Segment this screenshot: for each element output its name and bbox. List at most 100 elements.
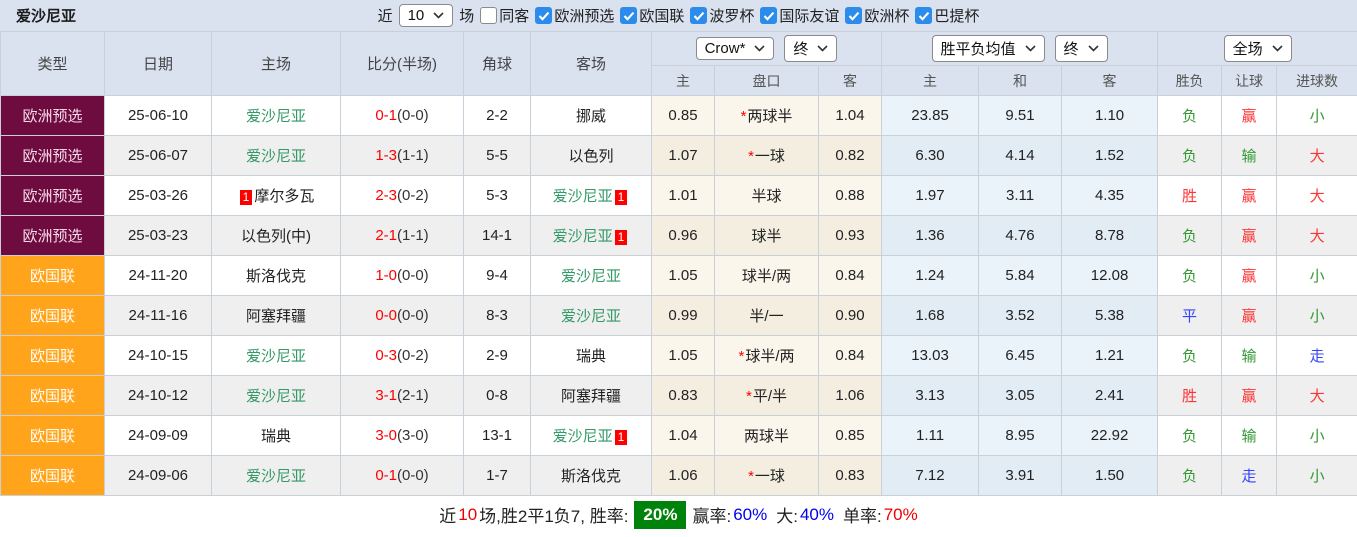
- checked-checkbox-icon[interactable]: [620, 7, 638, 24]
- odds-home-cell: 1.04: [651, 415, 715, 456]
- competition-filter-2[interactable]: 波罗杯: [690, 5, 754, 26]
- result-handicap-cell: 赢: [1221, 255, 1278, 296]
- handicap-cell: *一球: [714, 455, 819, 496]
- result-handicap-cell: 走: [1221, 455, 1278, 496]
- odds-home-cell: 0.85: [651, 95, 715, 136]
- result-outcome-cell: 胜: [1157, 175, 1223, 216]
- odds-away-cell: 0.85: [817, 415, 883, 456]
- avg-lose-cell: 1.50: [1061, 455, 1159, 496]
- avg-type-select[interactable]: 胜平负均值: [931, 35, 1045, 62]
- near-count-select[interactable]: 10: [398, 4, 454, 27]
- competition-filter-1[interactable]: 欧国联: [620, 5, 684, 26]
- corner-cell: 2-9: [463, 335, 531, 376]
- checked-checkbox-icon[interactable]: [535, 7, 553, 24]
- col-header-home: 主场: [211, 31, 341, 96]
- score-cell: 3-0(3-0): [340, 415, 464, 456]
- near-count-value: 10: [407, 7, 425, 24]
- handicap-cell: 球半: [714, 215, 819, 256]
- fulltime-score: 0-0: [375, 307, 397, 324]
- date-cell: 24-10-12: [104, 375, 212, 416]
- star-marker: *: [745, 388, 752, 405]
- score-cell: 0-1(0-0): [340, 455, 464, 496]
- match-history-page: 爱沙尼亚 近 10 场 同客 欧洲预选欧国联波罗杯国际友谊欧洲杯巴提杯: [0, 0, 1357, 537]
- odds-away-cell: 0.83: [817, 455, 883, 496]
- odds-home-cell: 0.83: [651, 375, 715, 416]
- handicap-text: 半球: [751, 188, 782, 205]
- halftime-score: (3-0): [397, 427, 429, 444]
- home-team-cell: 爱沙尼亚: [211, 135, 341, 176]
- avg-draw-cell: 6.45: [978, 335, 1063, 376]
- corner-cell: 13-1: [463, 415, 531, 456]
- result-handicap-cell: 赢: [1221, 215, 1278, 256]
- result-handicap-cell: 输: [1221, 335, 1278, 376]
- same-away-filter[interactable]: 同客: [480, 5, 529, 26]
- checked-checkbox-icon[interactable]: [690, 7, 708, 24]
- avg-lose-cell: 1.21: [1061, 335, 1159, 376]
- result-goals-cell: 小: [1276, 95, 1357, 136]
- avg-win-cell: 23.85: [881, 95, 980, 136]
- score-cell: 0-3(0-2): [340, 335, 464, 376]
- table-row: 欧洲预选 25-03-26 1 摩尔多瓦 2-3(0-2) 5-3 爱沙尼亚 1 1.01 半球 0…: [0, 175, 1357, 216]
- checked-checkbox-icon[interactable]: [845, 7, 863, 24]
- avg-draw-cell: 8.95: [978, 415, 1063, 456]
- away-team-name: 斯洛伐克: [560, 468, 621, 485]
- away-team-name: 爱沙尼亚: [552, 428, 613, 445]
- result-goals-cell: 大: [1276, 175, 1357, 216]
- big-value: 40%: [799, 504, 834, 524]
- checkbox-icon[interactable]: [480, 7, 498, 24]
- avg-stage-select[interactable]: 终: [1054, 35, 1108, 62]
- table-row: 欧国联 24-11-20 斯洛伐克 1-0(0-0) 9-4 爱沙尼亚 1.05 球半/两 0.…: [0, 255, 1357, 296]
- handicap-text: 平/半: [752, 388, 787, 405]
- type-cell: 欧国联: [0, 375, 105, 416]
- odds-company-select[interactable]: Crow*: [695, 37, 775, 60]
- odds-stage-select[interactable]: 终: [784, 35, 838, 62]
- summary-bar: 近 10 场,胜2平1负7, 胜率: 20% 赢率: 60% 大: 40% 单率…: [0, 496, 1357, 533]
- competition-filter-3[interactable]: 国际友谊: [760, 5, 839, 26]
- odds-win-label: 赢率:: [692, 507, 732, 526]
- avg-draw-cell: 3.91: [978, 455, 1063, 496]
- competition-label: 波罗杯: [709, 8, 755, 25]
- competition-filter-0[interactable]: 欧洲预选: [535, 5, 614, 26]
- away-team-name: 瑞典: [575, 348, 606, 365]
- odds-stage-value: 终: [793, 41, 809, 58]
- scope-select[interactable]: 全场: [1223, 35, 1292, 62]
- competition-label: 巴提杯: [934, 8, 980, 25]
- avg-draw-cell: 3.11: [978, 175, 1063, 216]
- col-header-score: 比分(半场): [340, 31, 464, 96]
- halftime-score: (0-0): [397, 307, 429, 324]
- result-handicap-cell: 赢: [1221, 175, 1278, 216]
- result-handicap-cell: 输: [1221, 135, 1278, 176]
- halftime-score: (1-1): [397, 147, 429, 164]
- match-table-body: 欧洲预选 25-06-10 爱沙尼亚 0-1(0-0) 2-2 挪威 0.85 *两球半 1.0…: [0, 95, 1357, 496]
- away-team-name: 爱沙尼亚: [552, 188, 613, 205]
- fulltime-score: 2-3: [375, 187, 397, 204]
- score-cell: 1-0(0-0): [340, 255, 464, 296]
- result-goals-cell: 小: [1276, 295, 1357, 336]
- checked-checkbox-icon[interactable]: [760, 7, 778, 24]
- table-row: 欧国联 24-10-12 爱沙尼亚 3-1(2-1) 0-8 阿塞拜疆 0.83 *平/半 1.…: [0, 375, 1357, 416]
- result-outcome-cell: 负: [1157, 135, 1223, 176]
- filter-controls: 近 10 场 同客 欧洲预选 欧国联 波罗杯 国际友谊 欧洲杯 巴提杯: [378, 4, 979, 27]
- halftime-score: (1-1): [397, 227, 429, 244]
- away-team-cell: 爱沙尼亚 1: [530, 175, 652, 216]
- handicap-text: 球半/两: [745, 348, 795, 365]
- away-team-cell: 爱沙尼亚 1: [530, 215, 652, 256]
- red-card-badge: 1: [239, 189, 253, 205]
- avg-lose-cell: 4.35: [1061, 175, 1159, 216]
- handicap-text: 一球: [754, 468, 785, 485]
- date-cell: 25-06-10: [104, 95, 212, 136]
- col-header-type: 类型: [0, 31, 105, 96]
- halftime-score: (0-0): [397, 467, 429, 484]
- fulltime-score: 1-0: [375, 267, 397, 284]
- type-cell: 欧国联: [0, 295, 105, 336]
- handicap-text: 一球: [754, 148, 785, 165]
- home-team-cell: 爱沙尼亚: [211, 335, 341, 376]
- competition-label: 欧洲预选: [554, 8, 615, 25]
- odds-away-cell: 1.06: [817, 375, 883, 416]
- table-row: 欧洲预选 25-03-23 以色列(中) 2-1(1-1) 14-1 爱沙尼亚 1 0.96 球…: [0, 215, 1357, 256]
- competition-filter-4[interactable]: 欧洲杯: [845, 5, 909, 26]
- checked-checkbox-icon[interactable]: [915, 7, 933, 24]
- avg-lose-cell: 22.92: [1061, 415, 1159, 456]
- competition-filter-5[interactable]: 巴提杯: [915, 5, 979, 26]
- games-label: 场: [459, 8, 475, 25]
